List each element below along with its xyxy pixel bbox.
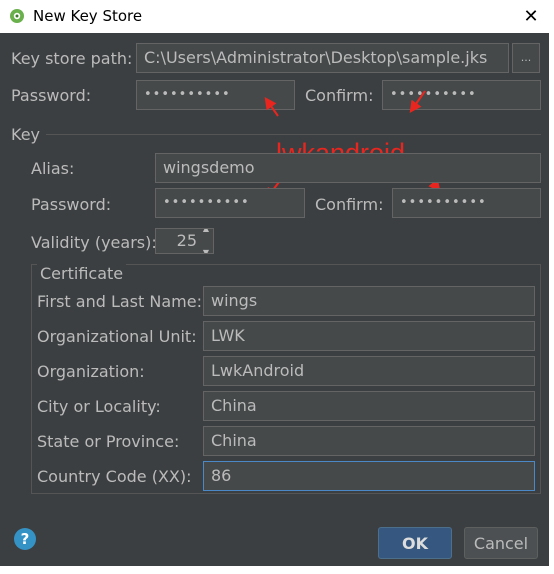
- ok-button[interactable]: OK: [378, 527, 452, 559]
- spinner-down-icon[interactable]: ▼: [203, 241, 209, 253]
- keystore-password-input[interactable]: ••••••••••: [136, 80, 295, 110]
- help-icon[interactable]: ?: [14, 528, 36, 550]
- org-unit-input[interactable]: LWK: [203, 321, 535, 351]
- key-confirm-label: Confirm:: [315, 195, 384, 214]
- close-icon[interactable]: ✕: [516, 4, 546, 29]
- key-confirm-input[interactable]: ••••••••••: [392, 188, 541, 218]
- state-label: State or Province:: [37, 432, 180, 451]
- key-password-label: Password:: [31, 195, 112, 214]
- window-border-bottom: [0, 566, 554, 574]
- organization-input[interactable]: LwkAndroid: [203, 356, 535, 386]
- validity-label: Validity (years):: [31, 233, 157, 252]
- key-store-path-input[interactable]: C:\Users\Administrator\Desktop\sample.jk…: [136, 43, 509, 73]
- country-code-input[interactable]: 86: [203, 461, 535, 491]
- keystore-confirm-label: Confirm:: [305, 86, 374, 105]
- key-store-path-label: Key store path:: [11, 49, 133, 68]
- window-title: New Key Store: [33, 7, 143, 25]
- spinner-up-icon[interactable]: ▲: [203, 229, 209, 241]
- first-last-name-label: First and Last Name:: [37, 292, 202, 311]
- key-group-divider: [46, 134, 541, 135]
- validity-spinner[interactable]: 25 ▲ ▼: [155, 228, 214, 254]
- city-label: City or Locality:: [37, 397, 161, 416]
- key-group-label: Key: [11, 125, 41, 144]
- organization-label: Organization:: [37, 362, 145, 381]
- city-input[interactable]: China: [203, 391, 535, 421]
- keystore-password-label: Password:: [11, 86, 92, 105]
- spinner-arrows-icon[interactable]: ▲ ▼: [199, 229, 213, 253]
- key-password-input[interactable]: ••••••••••: [155, 188, 305, 218]
- window-border-right: [549, 33, 554, 574]
- alias-label: Alias:: [31, 159, 75, 178]
- browse-button[interactable]: ...: [512, 43, 540, 73]
- android-studio-icon: [10, 9, 24, 23]
- certificate-group-label: Certificate: [37, 264, 127, 283]
- validity-value: 25: [176, 231, 197, 250]
- org-unit-label: Organizational Unit:: [37, 327, 197, 346]
- first-last-name-input[interactable]: wings: [203, 286, 535, 316]
- keystore-confirm-input[interactable]: ••••••••••: [382, 80, 541, 110]
- cancel-button[interactable]: Cancel: [464, 527, 538, 559]
- alias-input[interactable]: wingsdemo: [155, 153, 541, 183]
- title-bar: New Key Store ✕: [0, 0, 554, 33]
- state-input[interactable]: China: [203, 426, 535, 456]
- country-code-label: Country Code (XX):: [37, 467, 192, 486]
